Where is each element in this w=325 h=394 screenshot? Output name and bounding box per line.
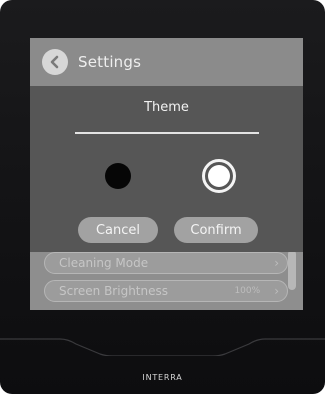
settings-header: Settings (30, 38, 303, 86)
chevron-left-icon (50, 55, 59, 69)
chevron-right-icon: › (274, 256, 279, 270)
dialog-title: Theme (144, 100, 189, 115)
list-item-label: Cleaning Mode (59, 256, 149, 270)
theme-option-light-fill (208, 165, 230, 187)
list-item-screen-brightness[interactable]: Screen Brightness 100% › (44, 280, 288, 302)
bezel-trim (0, 338, 325, 356)
list-item-cleaning-mode[interactable]: Cleaning Mode › (44, 252, 288, 274)
theme-option-light-selected[interactable] (202, 159, 236, 193)
touch-screen: Settings Cleaning Mode › Screen Brightne… (30, 38, 303, 310)
device-bezel: Settings Cleaning Mode › Screen Brightne… (0, 0, 325, 394)
page-title: Settings (78, 53, 142, 71)
theme-dialog: Theme Cancel Confirm (30, 86, 303, 252)
list-item-label: Screen Brightness (59, 284, 168, 298)
back-button[interactable] (42, 49, 68, 75)
dialog-divider (75, 132, 259, 134)
cancel-button[interactable]: Cancel (78, 217, 158, 243)
confirm-button[interactable]: Confirm (174, 217, 258, 243)
brand-logo: INTERRA (142, 373, 183, 382)
list-item-value: 100% (234, 286, 261, 296)
scrollbar[interactable] (288, 250, 296, 290)
chevron-right-icon: › (274, 284, 279, 298)
theme-option-dark[interactable] (105, 163, 131, 189)
